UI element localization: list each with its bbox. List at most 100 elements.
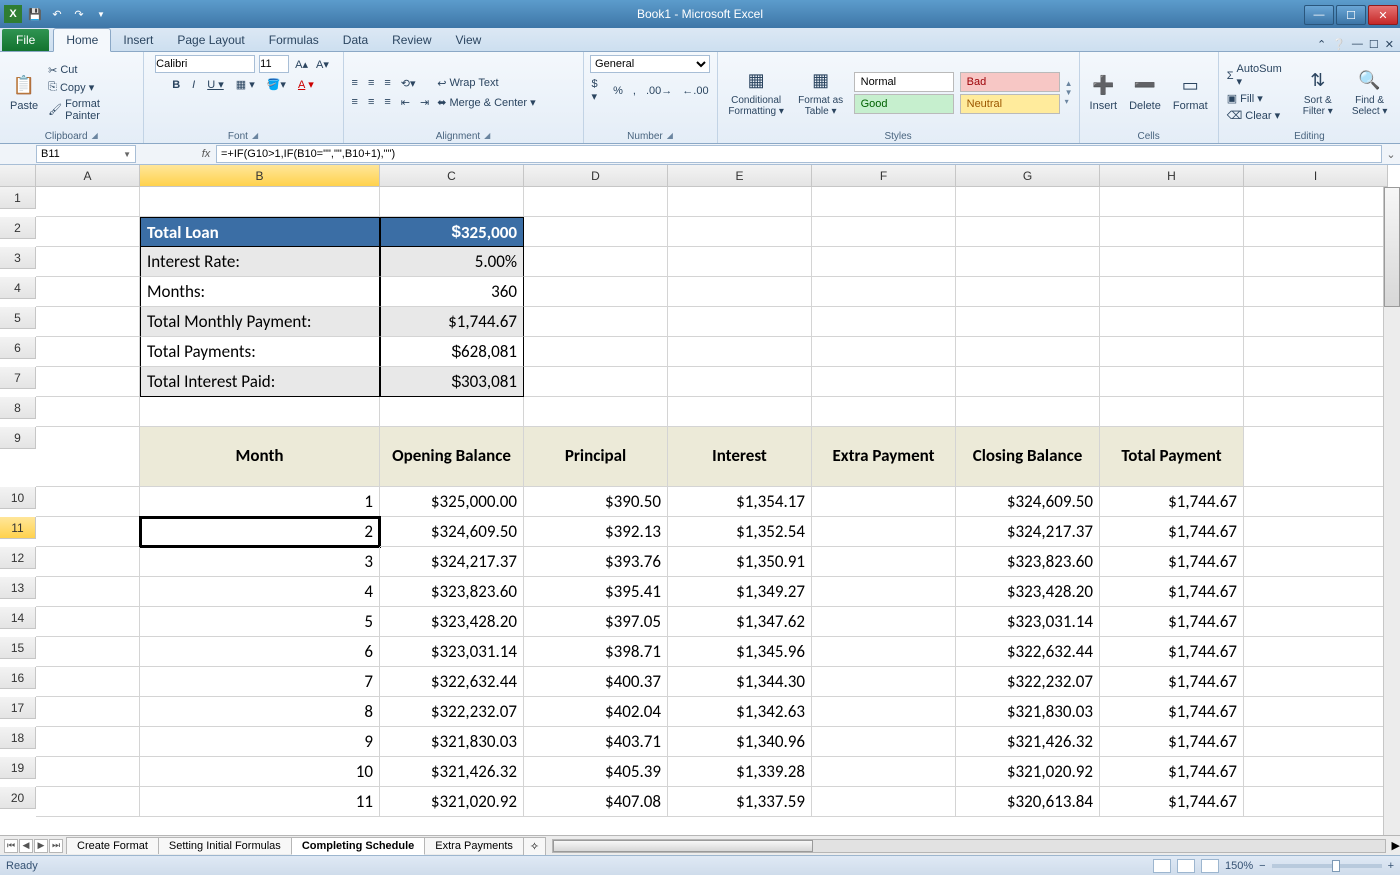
sheet-tab-new[interactable]: ✧ — [523, 837, 546, 855]
cell[interactable] — [524, 337, 668, 367]
cell[interactable]: $324,217.37 — [956, 517, 1100, 547]
cell[interactable] — [1244, 517, 1388, 547]
cell[interactable] — [812, 217, 956, 247]
merge-center-button[interactable]: ⬌Merge & Center ▾ — [435, 95, 537, 110]
zoom-out-icon[interactable]: − — [1259, 860, 1265, 872]
cell[interactable] — [812, 247, 956, 277]
cell[interactable]: $1,345.96 — [668, 637, 812, 667]
font-size-input[interactable] — [259, 55, 289, 73]
cell[interactable] — [36, 517, 140, 547]
cell[interactable]: Principal — [524, 427, 668, 487]
cell[interactable] — [812, 187, 956, 217]
cell[interactable]: $323,031.14 — [956, 607, 1100, 637]
conditional-formatting-button[interactable]: ▦Conditional Formatting ▾ — [724, 67, 789, 119]
cell[interactable]: $407.08 — [524, 787, 668, 817]
cell[interactable]: $323,428.20 — [380, 607, 524, 637]
cell[interactable] — [956, 277, 1100, 307]
row-header[interactable]: 2 — [0, 217, 36, 239]
cell[interactable] — [524, 277, 668, 307]
accounting-format-icon[interactable]: $ ▾ — [590, 77, 606, 104]
cell-style-normal[interactable]: Normal — [854, 72, 954, 92]
cell[interactable]: 5.00% — [380, 247, 524, 277]
cell[interactable] — [36, 667, 140, 697]
cell[interactable] — [1100, 247, 1244, 277]
horizontal-scrollbar[interactable] — [552, 839, 1385, 853]
cell[interactable] — [524, 397, 668, 427]
cell[interactable]: 9 — [140, 727, 380, 757]
orientation-icon[interactable]: ⟲▾ — [399, 76, 418, 91]
sheet-tab-create-format[interactable]: Create Format — [66, 837, 159, 854]
undo-icon[interactable]: ↶ — [48, 5, 66, 23]
cell[interactable]: $1,744.67 — [1100, 607, 1244, 637]
vertical-scrollbar[interactable] — [1383, 187, 1400, 835]
cell[interactable] — [668, 247, 812, 277]
cell[interactable] — [36, 427, 140, 487]
sheet-nav-next-icon[interactable]: ▶ — [34, 839, 48, 853]
cell[interactable]: $324,217.37 — [380, 547, 524, 577]
cell[interactable] — [36, 787, 140, 817]
cell[interactable]: 360 — [380, 277, 524, 307]
cell[interactable] — [812, 577, 956, 607]
cell[interactable]: $1,344.30 — [668, 667, 812, 697]
column-header[interactable]: E — [668, 165, 812, 187]
cell[interactable] — [812, 487, 956, 517]
view-page-break-icon[interactable] — [1201, 859, 1219, 873]
view-page-layout-icon[interactable] — [1177, 859, 1195, 873]
cell[interactable] — [0, 165, 36, 187]
cell[interactable] — [524, 217, 668, 247]
cell[interactable] — [956, 247, 1100, 277]
column-header[interactable]: F — [812, 165, 956, 187]
fill-color-button[interactable]: 🪣▾ — [265, 77, 288, 92]
cell[interactable]: $403.71 — [524, 727, 668, 757]
view-normal-icon[interactable] — [1153, 859, 1171, 873]
cell[interactable] — [524, 307, 668, 337]
clipboard-dialog-icon[interactable]: ◢ — [92, 131, 98, 142]
cell[interactable]: $324,609.50 — [380, 517, 524, 547]
styles-more-icon[interactable]: ▾ — [1065, 97, 1073, 106]
insert-cells-button[interactable]: ➕Insert — [1086, 72, 1122, 114]
cell[interactable]: 3 — [140, 547, 380, 577]
decrease-indent-icon[interactable]: ⇤ — [399, 95, 412, 110]
minimize-button[interactable]: — — [1304, 5, 1334, 25]
zoom-thumb[interactable] — [1332, 860, 1340, 872]
cell[interactable]: Closing Balance — [956, 427, 1100, 487]
cell[interactable]: $1,744.67 — [1100, 667, 1244, 697]
cell[interactable]: $398.71 — [524, 637, 668, 667]
cell[interactable] — [524, 247, 668, 277]
cell[interactable]: Opening Balance — [380, 427, 524, 487]
cell[interactable] — [1244, 667, 1388, 697]
cell[interactable]: $1,744.67 — [1100, 787, 1244, 817]
cell[interactable] — [36, 727, 140, 757]
cell-style-bad[interactable]: Bad — [960, 72, 1060, 92]
cell[interactable]: Total Payment — [1100, 427, 1244, 487]
cell[interactable] — [1244, 547, 1388, 577]
cell[interactable] — [668, 397, 812, 427]
column-header[interactable]: H — [1100, 165, 1244, 187]
workbook-minimize-icon[interactable]: — — [1352, 38, 1363, 51]
cell[interactable]: $400.37 — [524, 667, 668, 697]
cell[interactable] — [1244, 277, 1388, 307]
cell[interactable]: 1 — [140, 487, 380, 517]
tab-formulas[interactable]: Formulas — [257, 29, 331, 51]
cell[interactable] — [1100, 187, 1244, 217]
cell[interactable]: 7 — [140, 667, 380, 697]
cell[interactable]: $392.13 — [524, 517, 668, 547]
help-icon[interactable]: ❔ — [1332, 38, 1346, 51]
cell[interactable] — [812, 637, 956, 667]
cell[interactable] — [36, 637, 140, 667]
fx-icon[interactable]: fx — [196, 148, 216, 160]
cell[interactable] — [1100, 397, 1244, 427]
cell[interactable]: Total Interest Paid: — [140, 367, 380, 397]
cell[interactable]: $1,744.67 — [1100, 757, 1244, 787]
workbook-restore-icon[interactable]: ☐ — [1369, 38, 1379, 51]
tab-insert[interactable]: Insert — [111, 29, 165, 51]
cell[interactable]: $1,350.91 — [668, 547, 812, 577]
cell[interactable]: 4 — [140, 577, 380, 607]
cell[interactable] — [956, 217, 1100, 247]
cell[interactable]: 5 — [140, 607, 380, 637]
cell[interactable] — [956, 307, 1100, 337]
font-name-input[interactable] — [155, 55, 255, 73]
cell[interactable]: 10 — [140, 757, 380, 787]
sort-filter-button[interactable]: ⇅Sort & Filter ▾ — [1294, 67, 1341, 119]
cell[interactable] — [812, 517, 956, 547]
